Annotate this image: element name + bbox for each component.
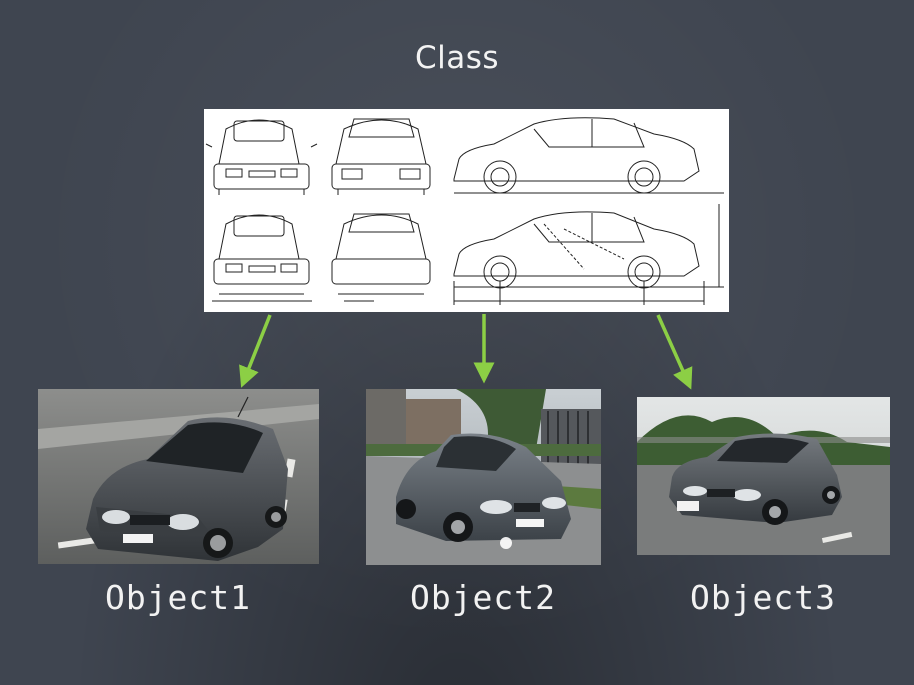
object1-label: Object1 bbox=[104, 578, 252, 617]
arrow-to-object3-icon bbox=[656, 314, 693, 390]
slide: Class Object1 Object2 Object3 bbox=[0, 0, 914, 685]
arrow-to-object1-icon bbox=[239, 314, 272, 388]
object2-label: Object2 bbox=[409, 578, 557, 617]
object3-label: Object3 bbox=[689, 578, 837, 617]
